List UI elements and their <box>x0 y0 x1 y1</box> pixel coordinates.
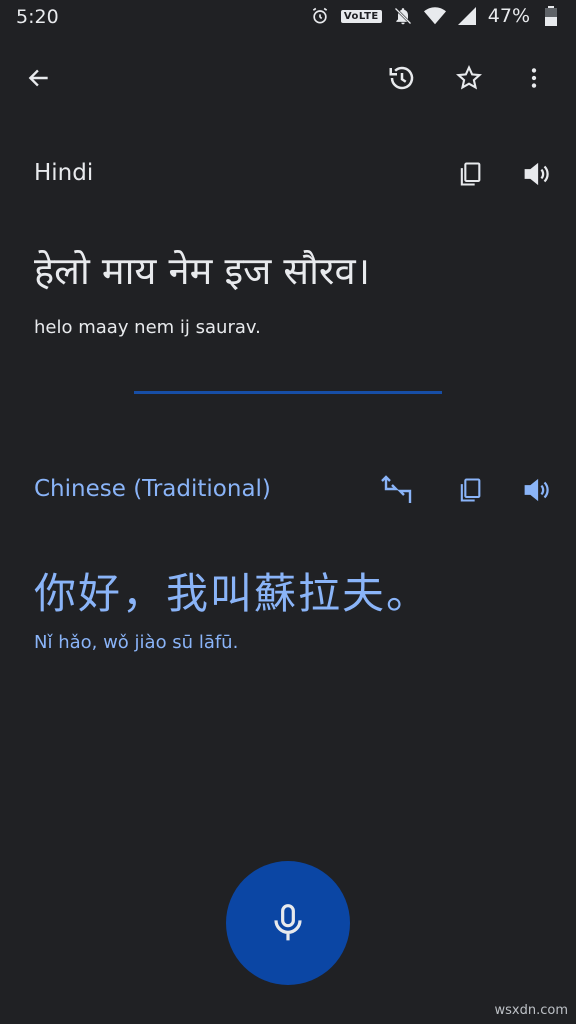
wifi-icon <box>423 5 446 27</box>
source-transliteration: helo maay nem ij saurav. <box>34 317 261 338</box>
speaker-icon <box>524 162 549 186</box>
section-divider <box>134 391 442 394</box>
signal-icon <box>456 5 478 27</box>
more-vert-icon <box>531 68 537 88</box>
history-icon <box>389 66 414 90</box>
source-language-label[interactable]: Hindi <box>34 160 93 186</box>
speaker-icon <box>524 478 549 502</box>
microphone-icon <box>274 904 302 941</box>
notifications-off-icon <box>392 5 414 27</box>
swap-arrows-icon <box>381 475 412 503</box>
alarm-icon <box>309 5 331 27</box>
battery-percent: 47% <box>487 5 530 27</box>
source-listen-button[interactable] <box>513 150 561 198</box>
target-transliteration: Nǐ hǎo, wǒ jiào sū lāfū. <box>34 632 239 653</box>
status-time: 5:20 <box>16 6 59 28</box>
status-icons: VoLTE 47% <box>309 5 562 27</box>
target-listen-button[interactable] <box>513 466 561 514</box>
copy-icon <box>460 478 481 502</box>
target-language-label[interactable]: Chinese (Traditional) <box>34 476 271 502</box>
watermark: wsxdn.com <box>494 1003 569 1018</box>
back-arrow-icon <box>28 69 48 87</box>
target-copy-button[interactable] <box>446 466 494 514</box>
source-text: हेलो माय नेम इज सौरव। <box>34 249 370 293</box>
volte-badge: VoLTE <box>340 9 382 23</box>
microphone-button[interactable] <box>226 861 350 985</box>
history-button[interactable] <box>378 54 426 102</box>
battery-icon <box>540 5 562 27</box>
copy-icon <box>460 162 481 186</box>
alternate-translations-button[interactable] <box>374 466 422 514</box>
source-copy-button[interactable] <box>446 150 494 198</box>
star-icon <box>456 64 482 90</box>
target-text: 你好，我叫蘇拉夫。 <box>34 569 431 618</box>
favorite-button[interactable] <box>445 54 493 102</box>
more-options-button[interactable] <box>510 54 558 102</box>
back-button[interactable] <box>15 54 63 102</box>
